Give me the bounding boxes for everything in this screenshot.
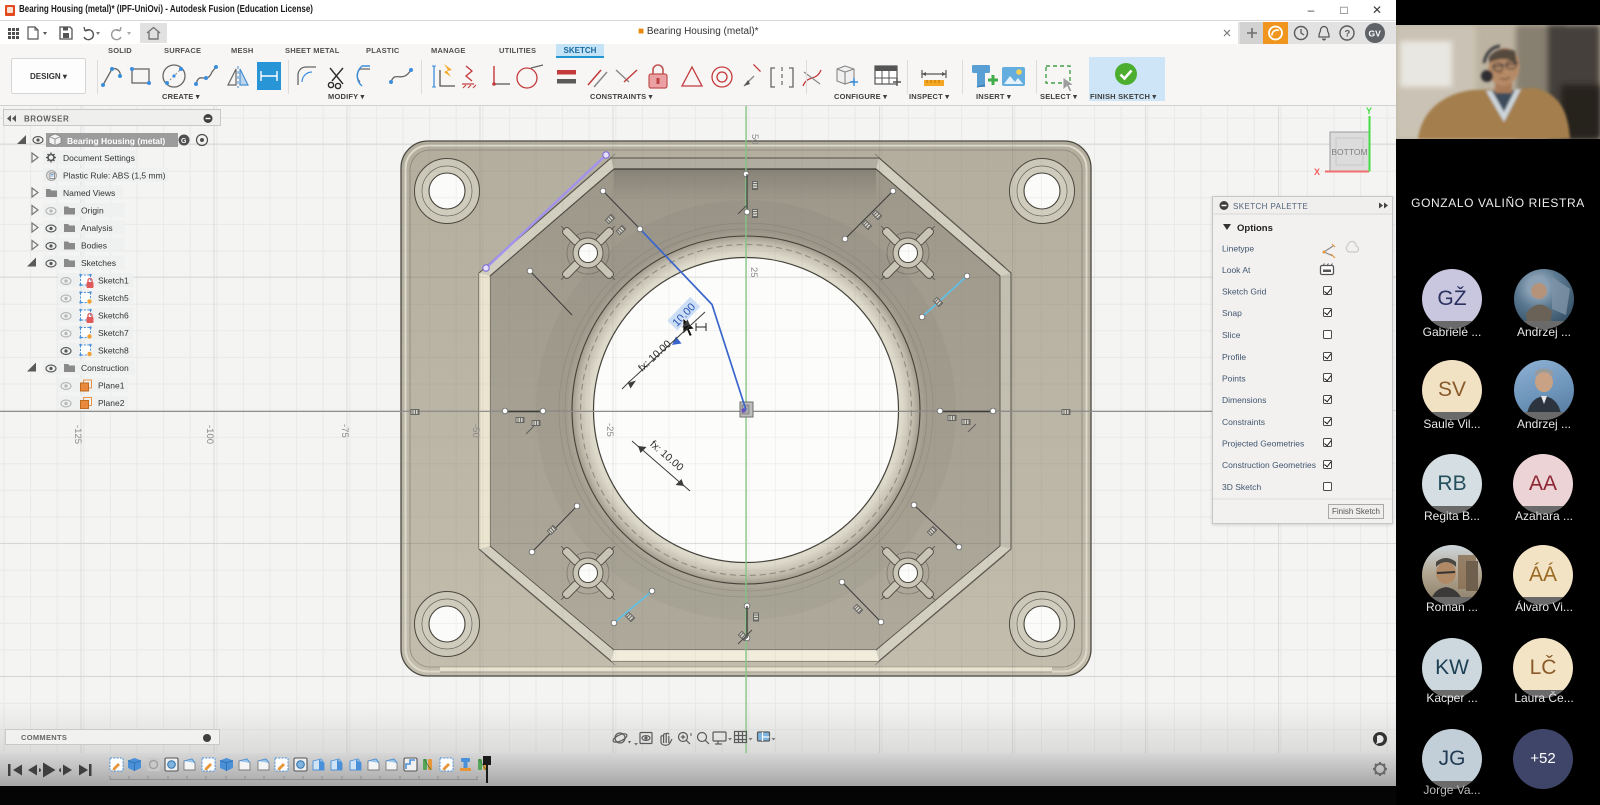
svg-text:Construction: Construction <box>81 363 129 373</box>
svg-text:Points: Points <box>1222 374 1246 384</box>
svg-text:Y: Y <box>1366 106 1372 116</box>
svg-text:50: 50 <box>749 134 760 145</box>
svg-text:Profile: Profile <box>1222 352 1246 362</box>
svg-text:Linetype: Linetype <box>1222 244 1254 254</box>
svg-text:-50: -50 <box>470 424 481 438</box>
svg-text:3D Sketch: 3D Sketch <box>1222 482 1261 492</box>
svg-text:Analysis: Analysis <box>81 223 113 233</box>
svg-text:Origin: Origin <box>81 206 104 216</box>
svg-text:GV: GV <box>1369 29 1382 39</box>
svg-text:Sketch6: Sketch6 <box>98 311 129 321</box>
svg-text:-75: -75 <box>339 424 350 438</box>
svg-text:Projected Geometries: Projected Geometries <box>1222 439 1304 449</box>
svg-text:?: ? <box>1345 29 1351 40</box>
svg-text:Sketch Grid: Sketch Grid <box>1222 287 1267 297</box>
svg-text:BOTTOM: BOTTOM <box>1331 147 1367 157</box>
svg-text:Plastic Rule: ABS (1,5 mm): Plastic Rule: ABS (1,5 mm) <box>63 171 166 181</box>
svg-text:Slice: Slice <box>1222 330 1241 340</box>
svg-text:Named Views: Named Views <box>63 188 115 198</box>
svg-text:Bodies: Bodies <box>81 241 107 251</box>
svg-text:Look At: Look At <box>1222 265 1251 275</box>
svg-text:Bearing Housing (metal): Bearing Housing (metal) <box>67 136 165 146</box>
svg-text:Plane1: Plane1 <box>98 381 125 391</box>
svg-text:SKETCH PALETTE: SKETCH PALETTE <box>1233 202 1308 211</box>
svg-text:25: 25 <box>748 267 759 278</box>
svg-text:Document Settings: Document Settings <box>63 153 135 163</box>
svg-text:Plane2: Plane2 <box>98 398 125 408</box>
svg-text:Sketch1: Sketch1 <box>98 276 129 286</box>
svg-text:-25: -25 <box>604 423 615 437</box>
svg-text:BROWSER: BROWSER <box>24 115 69 124</box>
svg-text:G: G <box>181 138 187 145</box>
svg-text:Construction Geometries: Construction Geometries <box>1222 460 1316 470</box>
svg-text:Sketches: Sketches <box>81 258 116 268</box>
svg-text:Sketch5: Sketch5 <box>98 293 129 303</box>
svg-text:Sketch8: Sketch8 <box>98 346 129 356</box>
svg-text:Options: Options <box>1237 223 1273 234</box>
svg-text:Constraints: Constraints <box>1222 417 1265 427</box>
svg-text:Snap: Snap <box>1222 308 1242 318</box>
svg-text:Sketch7: Sketch7 <box>98 328 129 338</box>
svg-text:X: X <box>1314 167 1320 177</box>
svg-text:Dimensions: Dimensions <box>1222 395 1266 405</box>
